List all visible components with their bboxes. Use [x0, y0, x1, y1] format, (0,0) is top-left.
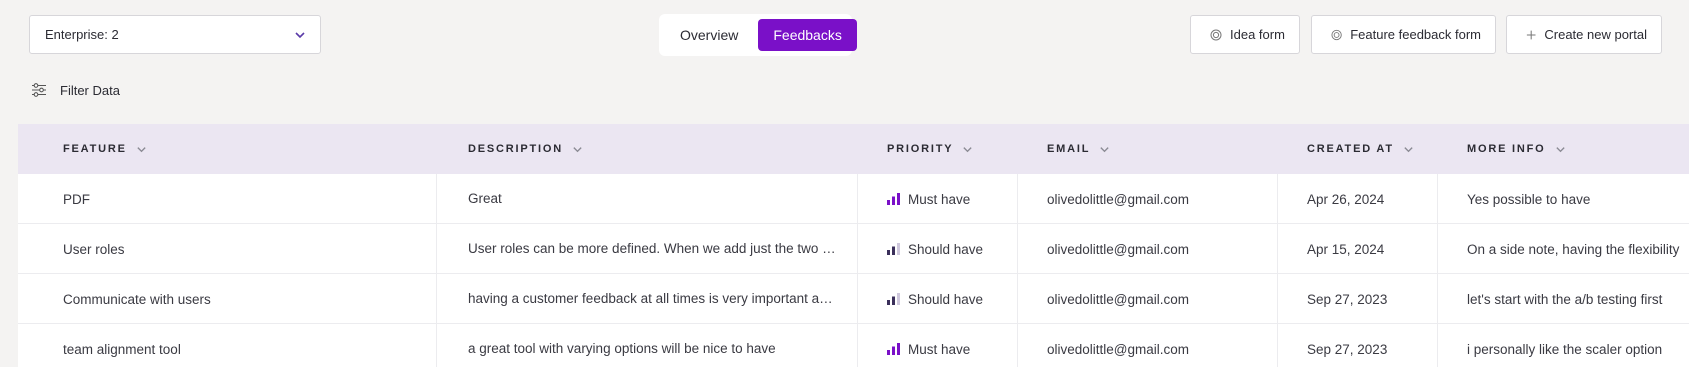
cell-more-info: let's start with the a/b testing first: [1467, 291, 1663, 307]
cell-email: olivedolittle@gmail.com: [1047, 241, 1190, 257]
column-header-label: PRIORITY: [887, 143, 954, 155]
filter-data-label: Filter Data: [60, 82, 120, 98]
column-header-description[interactable]: DESCRIPTION: [468, 124, 583, 174]
priority-label: Should have: [908, 291, 984, 307]
cell-more-info: Yes possible to have: [1467, 191, 1591, 207]
target-icon: [1331, 29, 1342, 40]
chevron-down-icon: [137, 146, 146, 152]
target-icon: [1210, 29, 1222, 40]
chevron-down-icon: [1100, 146, 1109, 152]
cell-email: olivedolittle@gmail.com: [1047, 341, 1190, 357]
column-header-priority[interactable]: PRIORITY: [887, 124, 973, 174]
table-row[interactable]: User roles User roles can be more define…: [18, 224, 1689, 274]
enterprise-select-value: Enterprise: 2: [45, 27, 119, 42]
cell-email: olivedolittle@gmail.com: [1047, 191, 1190, 207]
filter-data-button[interactable]: Filter Data: [31, 82, 120, 98]
sliders-icon: [32, 83, 46, 97]
column-header-label: MORE INFO: [1467, 143, 1546, 155]
plus-icon: [1526, 30, 1536, 39]
cell-priority: Must have: [887, 174, 1012, 224]
table-header: FEATURE DESCRIPTION PRIORITY EMAIL CREAT…: [18, 124, 1689, 174]
chevron-down-icon: [573, 146, 582, 152]
tab-feedbacks[interactable]: Feedbacks: [758, 19, 857, 51]
cell-feature: Communicate with users: [63, 291, 211, 307]
table-row[interactable]: team alignment tool a great tool with va…: [18, 324, 1689, 367]
column-header-label: FEATURE: [63, 143, 127, 155]
feature-feedback-form-label: Feature feedback form: [1350, 27, 1481, 42]
column-header-more-info[interactable]: MORE INFO: [1467, 124, 1566, 174]
priority-bars-3-icon: [887, 193, 900, 205]
column-header-label: DESCRIPTION: [468, 143, 563, 155]
idea-form-button[interactable]: Idea form: [1190, 15, 1300, 54]
cell-priority: Must have: [887, 324, 1012, 367]
cell-created-at: Sep 27, 2023: [1307, 341, 1388, 357]
feature-feedback-form-button[interactable]: Feature feedback form: [1311, 15, 1496, 54]
cell-feature: User roles: [63, 241, 125, 257]
column-header-label: EMAIL: [1047, 143, 1091, 155]
cell-email: olivedolittle@gmail.com: [1047, 291, 1190, 307]
table-row[interactable]: PDF Great Must have olivedolittle@gmail.…: [18, 174, 1689, 224]
chevron-down-icon: [963, 146, 973, 152]
priority-bars-3-icon: [887, 343, 900, 355]
column-header-created-at[interactable]: CREATED AT: [1307, 124, 1414, 174]
create-portal-button[interactable]: Create new portal: [1506, 15, 1662, 54]
priority-label: Must have: [908, 191, 971, 207]
cell-created-at: Sep 27, 2023: [1307, 291, 1388, 307]
cell-more-info: On a side note, having the flexibility: [1467, 241, 1680, 257]
view-switcher: Overview Feedbacks: [659, 14, 857, 56]
enterprise-select[interactable]: Enterprise: 2: [29, 15, 321, 54]
column-header-email[interactable]: EMAIL: [1047, 124, 1110, 174]
cell-created-at: Apr 26, 2024: [1307, 191, 1385, 207]
idea-form-label: Idea form: [1230, 27, 1285, 42]
cell-priority: Should have: [887, 274, 1012, 324]
cell-created-at: Apr 15, 2024: [1307, 241, 1385, 257]
cell-description: User roles can be more defined. When we …: [468, 241, 836, 256]
cell-description: a great tool with varying options will b…: [468, 341, 776, 356]
cell-feature: PDF: [63, 191, 90, 207]
tab-overview[interactable]: Overview: [665, 19, 753, 51]
chevron-down-icon: [1404, 146, 1413, 152]
priority-label: Must have: [908, 341, 971, 357]
cell-more-info: i personally like the scaler option: [1467, 341, 1663, 357]
create-portal-label: Create new portal: [1544, 27, 1647, 42]
cell-description: Great: [468, 191, 502, 206]
chevron-down-icon: [1555, 146, 1565, 152]
feedback-table: FEATURE DESCRIPTION PRIORITY EMAIL CREAT…: [18, 124, 1689, 367]
priority-label: Should have: [908, 241, 984, 257]
chevron-down-icon: [295, 31, 305, 38]
cell-description: having a customer feedback at all times …: [468, 291, 833, 306]
column-header-feature[interactable]: FEATURE: [63, 124, 147, 174]
column-header-label: CREATED AT: [1307, 143, 1394, 155]
table-row[interactable]: Communicate with users having a customer…: [18, 274, 1689, 324]
priority-bars-2-icon: [887, 243, 900, 255]
cell-priority: Should have: [887, 224, 1012, 274]
cell-feature: team alignment tool: [63, 341, 181, 357]
priority-bars-2-icon: [887, 293, 900, 305]
